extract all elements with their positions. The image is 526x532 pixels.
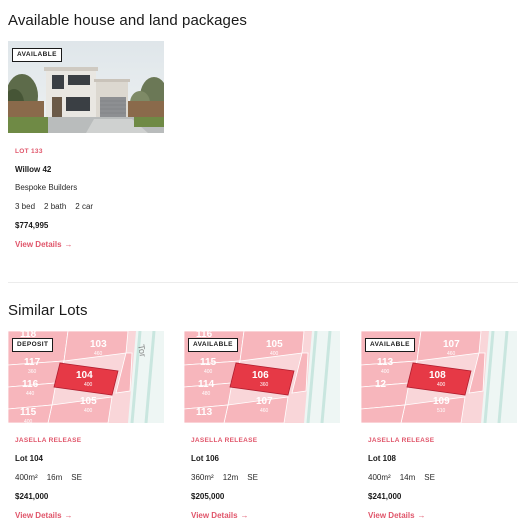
- lot-size-label: 400: [270, 351, 279, 357]
- release-name: JASELLA RELEASE: [191, 437, 258, 444]
- lot-name: Lot 106: [191, 454, 220, 463]
- lot-size-label: 480: [202, 391, 211, 397]
- lot-orientation: SE: [247, 473, 258, 482]
- house-land-section-title: Available house and land packages: [8, 12, 248, 29]
- lot-price: $205,000: [191, 492, 225, 501]
- view-details-link[interactable]: View Details →: [15, 240, 73, 249]
- similar-lots-title: Similar Lots: [8, 302, 88, 319]
- view-details-label: View Details: [15, 240, 62, 249]
- view-details-link[interactable]: View Details →: [191, 511, 249, 520]
- selected-lot-label: 106: [252, 370, 269, 381]
- lot-specs: 400m² 16m SE: [15, 473, 91, 482]
- lot-size-label: 510: [437, 408, 446, 414]
- lot-label: 117: [24, 357, 41, 368]
- lot-map-thumb[interactable]: 117 360 103 460 116 440 105 400 115 400 118 104 400 T…: [8, 331, 164, 423]
- car-count: 2 car: [75, 202, 94, 211]
- view-details-label: View Details: [191, 511, 238, 520]
- lot-name: Lot 108: [368, 454, 397, 463]
- arrow-right-icon: →: [417, 511, 426, 520]
- lot-specs: 360m² 12m SE: [191, 473, 267, 482]
- view-details-label: View Details: [15, 511, 62, 520]
- lot-label: 12: [375, 379, 387, 390]
- lot-label: 107: [443, 339, 460, 350]
- lot-size-label: 360: [28, 369, 37, 375]
- lot-label: 113: [196, 407, 213, 418]
- house-specs: 3 bed 2 bath 2 car: [15, 202, 102, 211]
- lot-orientation: SE: [424, 473, 435, 482]
- lot-label: 105: [80, 396, 97, 407]
- section-divider: [8, 282, 518, 283]
- lot-name: Lot 104: [15, 454, 44, 463]
- bath-count: 2 bath: [44, 202, 67, 211]
- lot-label: 115: [20, 407, 37, 418]
- lot-status-badge: AVAILABLE: [188, 338, 238, 352]
- selected-lot-size: 360: [260, 382, 269, 388]
- lot-map-thumb[interactable]: 113 400 107 460 12 109 510 108 400 AVAILABLE: [361, 331, 517, 423]
- similar-lot-card[interactable]: 113 400 107 460 12 109 510 108 400 AVAILABLE JAS…: [361, 331, 517, 526]
- house-photo[interactable]: AVAILABLE: [8, 41, 164, 133]
- lot-size-label: 400: [84, 408, 93, 414]
- lot-label: 113: [377, 357, 394, 368]
- arrow-right-icon: →: [64, 511, 73, 520]
- lot-frontage: 14m: [399, 473, 416, 482]
- selected-lot-label: 104: [76, 370, 93, 381]
- lot-size-label: 440: [26, 391, 35, 397]
- house-land-card[interactable]: AVAILABLE LOT 133 Willow 42 Bespoke Buil…: [8, 41, 164, 261]
- lot-label: 116: [22, 379, 39, 390]
- house-price: $774,995: [15, 221, 49, 230]
- lot-size-label: 460: [94, 351, 103, 357]
- lot-map-thumb[interactable]: 115 400 105 400 114 480 107 460 113 116 106 360 AVA…: [184, 331, 340, 423]
- lot-label: 114: [198, 379, 215, 390]
- lot-size-label: 460: [260, 408, 269, 414]
- lot-size-label: 400: [381, 369, 390, 375]
- availability-badge: AVAILABLE: [12, 48, 62, 62]
- builder-name: Bespoke Builders: [15, 183, 78, 192]
- lot-label: 109: [433, 396, 450, 407]
- lot-area: 360m²: [191, 473, 214, 482]
- lot-orientation: SE: [71, 473, 82, 482]
- lot-specs: 400m² 14m SE: [368, 473, 444, 482]
- bed-count: 3 bed: [15, 202, 36, 211]
- view-details-link[interactable]: View Details →: [368, 511, 426, 520]
- lot-label: 103: [90, 339, 107, 350]
- lot-size-label: 400: [204, 369, 213, 375]
- selected-lot-size: 400: [84, 382, 93, 388]
- similar-lot-card[interactable]: 115 400 105 400 114 480 107 460 113 116 106 360 AVA…: [184, 331, 340, 526]
- release-name: JASELLA RELEASE: [368, 437, 435, 444]
- lot-number: LOT 133: [15, 148, 43, 155]
- lot-frontage: 12m: [222, 473, 239, 482]
- lot-frontage: 16m: [46, 473, 63, 482]
- release-name: JASELLA RELEASE: [15, 437, 82, 444]
- road-name: Tor: [136, 344, 148, 358]
- lot-area: 400m²: [368, 473, 391, 482]
- selected-lot-label: 108: [429, 370, 446, 381]
- arrow-right-icon: →: [64, 240, 73, 249]
- lot-area: 400m²: [15, 473, 38, 482]
- house-name: Willow 42: [15, 165, 52, 174]
- lot-size-label: 400: [24, 419, 33, 423]
- lot-label: 105: [266, 339, 283, 350]
- arrow-right-icon: →: [240, 511, 249, 520]
- similar-lot-card[interactable]: 117 360 103 460 116 440 105 400 115 400 118 104 400 T…: [8, 331, 164, 526]
- lot-label: 107: [256, 396, 273, 407]
- lot-label: 115: [200, 357, 217, 368]
- lot-status-badge: AVAILABLE: [365, 338, 415, 352]
- lot-price: $241,000: [368, 492, 402, 501]
- lot-status-badge: DEPOSIT: [12, 338, 54, 352]
- view-details-link[interactable]: View Details →: [15, 511, 73, 520]
- selected-lot-size: 400: [437, 382, 446, 388]
- lot-size-label: 460: [447, 351, 456, 357]
- lot-price: $241,000: [15, 492, 49, 501]
- view-details-label: View Details: [368, 511, 415, 520]
